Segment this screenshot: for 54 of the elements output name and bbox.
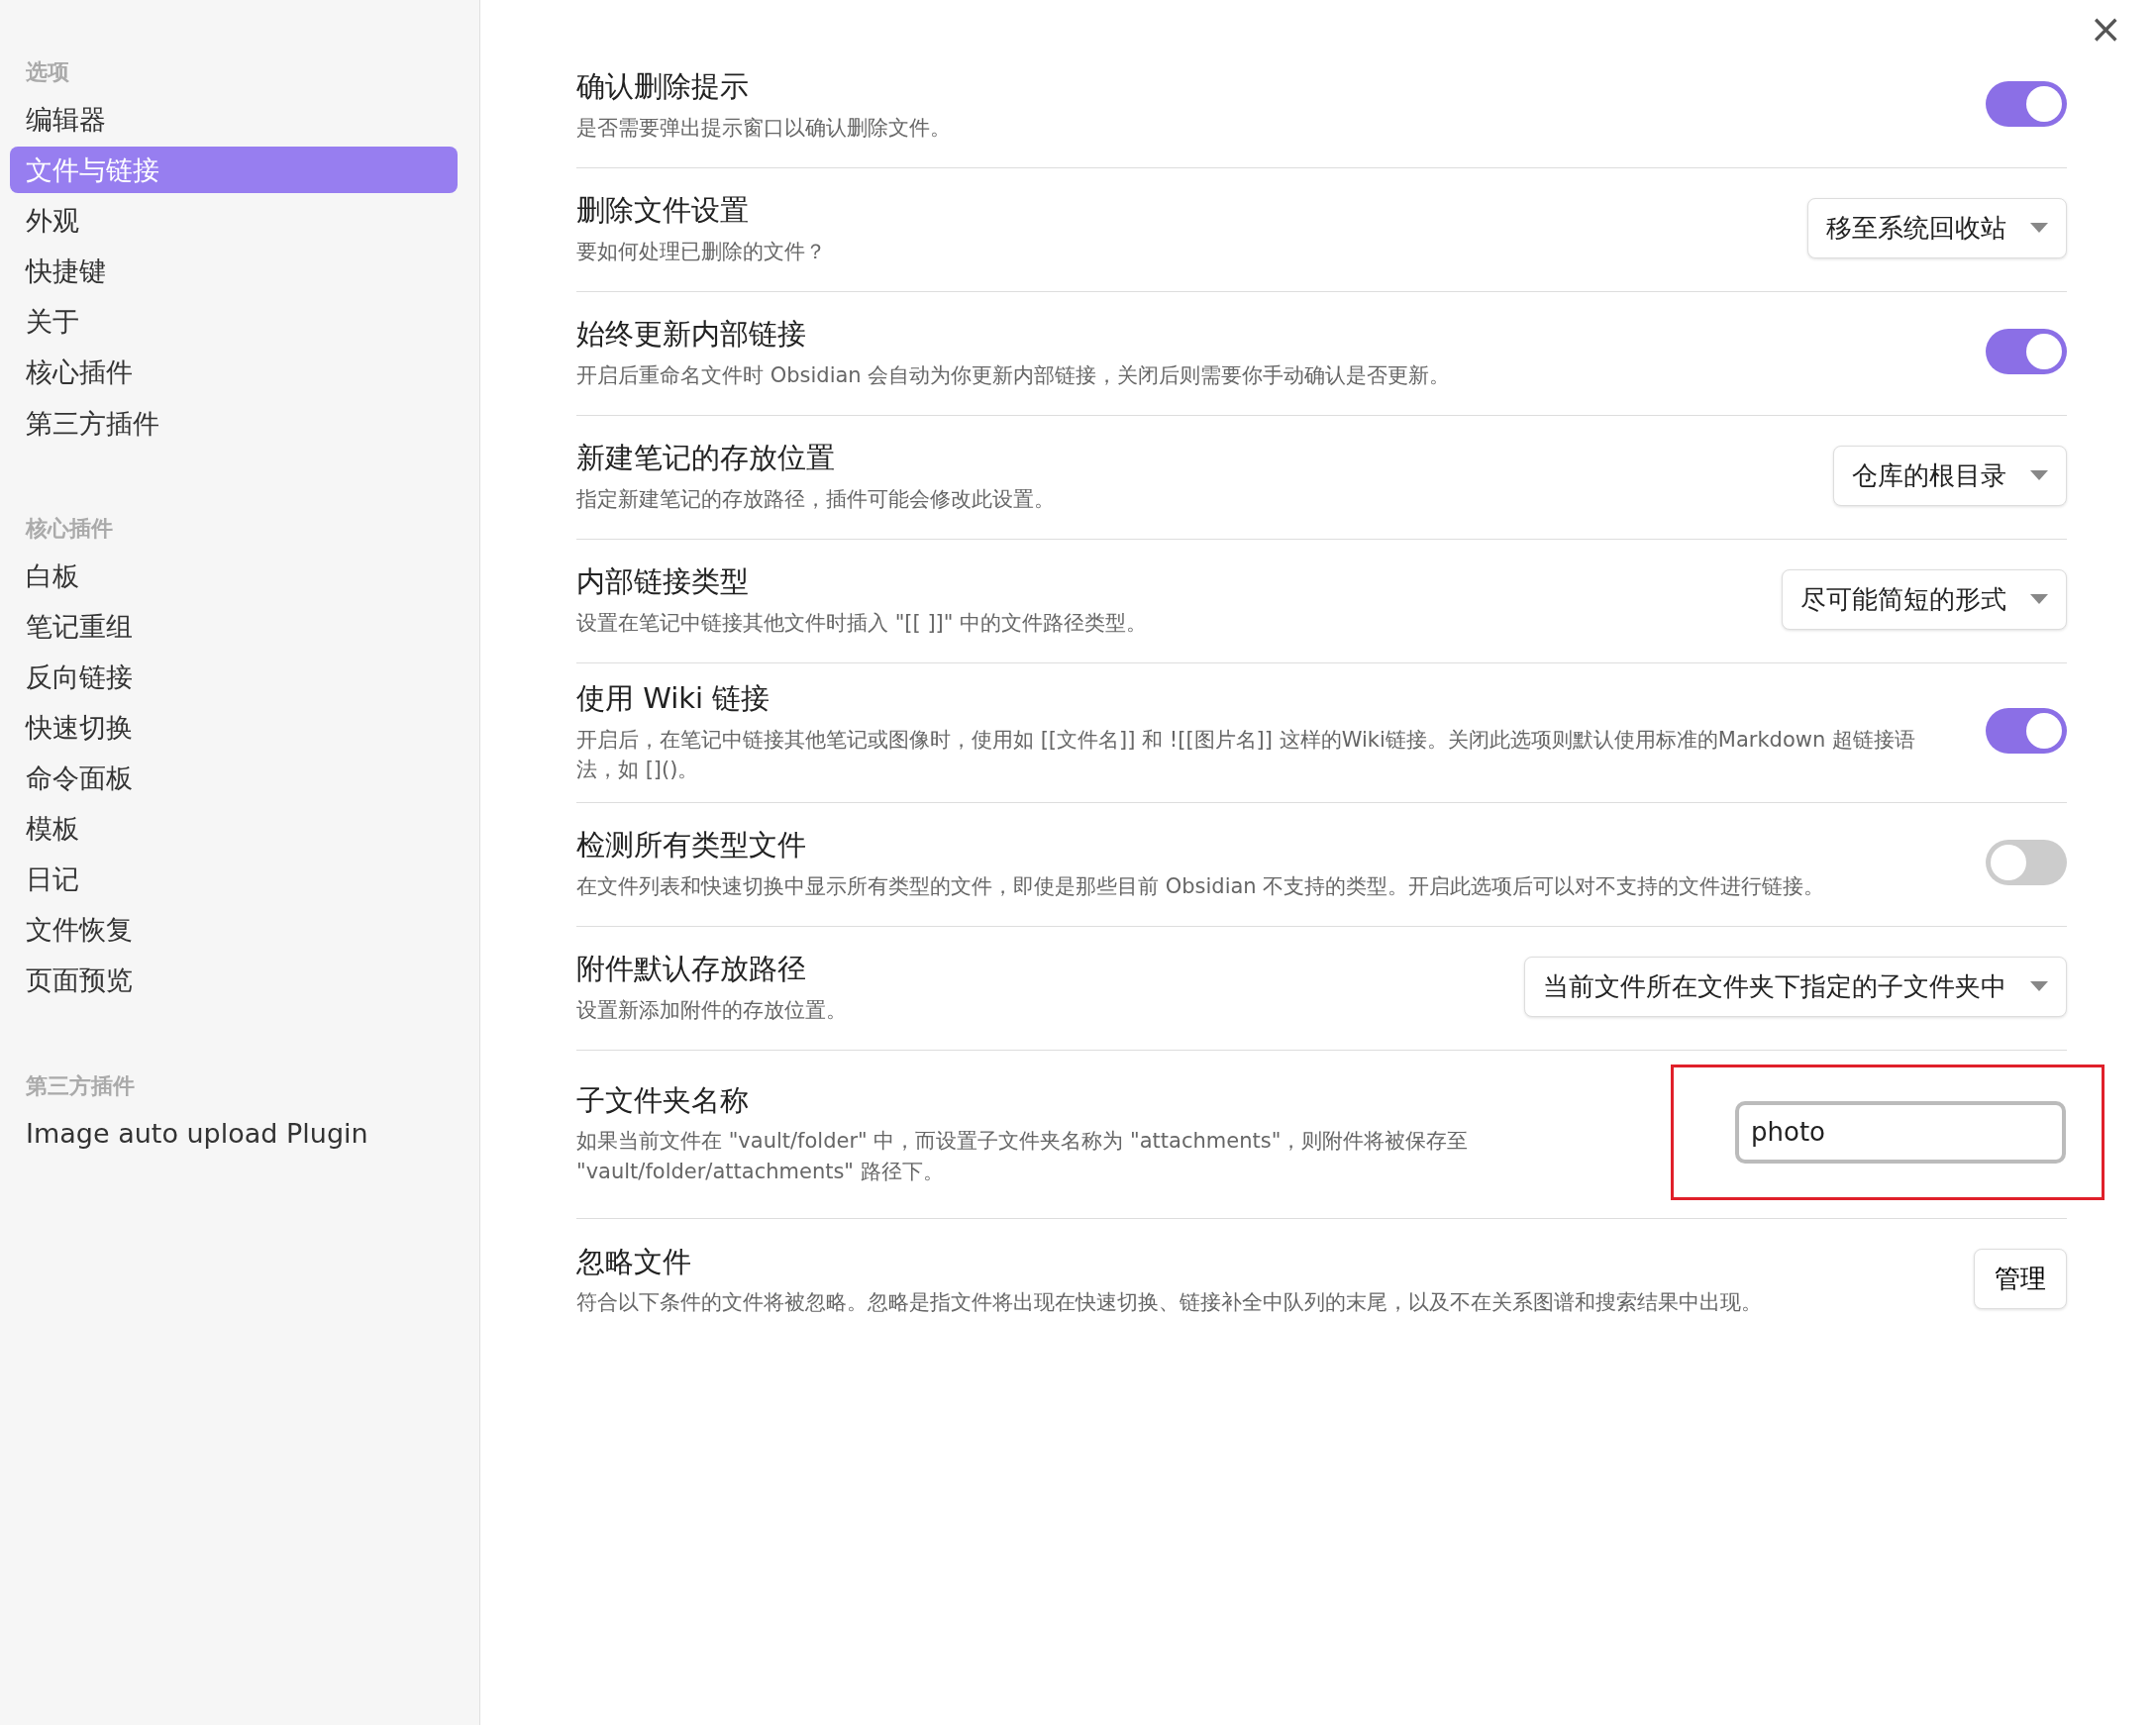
close-button[interactable]: × [2083,8,2128,50]
toggle-switch[interactable] [1986,708,2067,755]
setting-description: 开启后重命名文件时 Obsidian 会自动为你更新内部链接，关闭后则需要你手动确认是否更新。 [576,361,1452,389]
setting-title: 确认删除提示 [576,68,750,106]
sidebar-item[interactable]: 命令面板 [10,755,458,802]
sidebar-heading: 选项 [25,58,70,86]
sidebar-item[interactable]: 编辑器 [10,96,458,144]
sidebar-item[interactable]: 快捷键 [10,248,458,295]
setting-title: 检测所有类型文件 [576,827,807,864]
sidebar-heading: 第三方插件 [25,1071,136,1100]
setting-title: 使用 Wiki 链接 [576,680,771,717]
setting-description: 是否需要弹出提示窗口以确认删除文件。 [576,114,952,142]
sidebar-item[interactable]: 快速切换 [10,703,458,752]
sidebar-item[interactable]: 页面预览 [10,957,458,1004]
setting-title: 新建笔记的存放位置 [576,440,836,477]
sidebar-item[interactable]: 关于 [10,298,458,346]
text-field[interactable]: photo [1735,1101,2066,1165]
sidebar-item[interactable]: 白板 [10,552,458,599]
caret-icon [2030,470,2048,480]
setting-description: 指定新建笔记的存放路径，插件可能会修改此设置。 [576,485,1056,513]
setting-title: 附件默认存放路径 [576,951,807,988]
sidebar-item[interactable]: 外观 [10,197,458,245]
setting-description: 在文件列表和快速切换中显示所有类型的文件，即使是那些目前 Obsidian 不支持的类型。开启此选项后可以对不支持的文件进行链接。 [576,872,1826,900]
dropdown-select[interactable]: 当前文件所在文件夹下指定的子文件夹中 [1524,956,2067,1017]
caret-icon [2030,981,2048,992]
caret-icon [2030,594,2048,604]
sidebar-heading: 核心插件 [24,514,114,543]
setting-description: 设置在笔记中链接其他文件时插入 "[[ ]]" 中的文件路径类型。 [576,609,1149,637]
setting-description: 要如何处理已删除的文件？ [576,238,827,265]
setting-title: 始终更新内部链接 [576,316,807,354]
setting-title: 子文件夹名称 [576,1081,750,1119]
setting-description: 设置新添加附件的存放位置。 [576,996,848,1024]
sidebar-item[interactable]: 笔记重组 [10,602,458,650]
manage-button[interactable]: 管理 [1974,1249,2067,1310]
sidebar-item[interactable]: 日记 [10,856,458,903]
sidebar-item[interactable]: 反向链接 [10,653,458,700]
setting-description: 符合以下条件的文件将被忽略。忽略是指文件将出现在快速切换、链接补全中队列的末尾，以及不在关系图谱和搜索结果中出现。 [576,1289,1763,1317]
sidebar-item[interactable]: 模板 [10,805,458,853]
dropdown-select[interactable]: 仓库的根目录 [1833,445,2067,506]
toggle-switch[interactable] [1986,329,2067,374]
toggle-switch[interactable] [1986,840,2067,886]
dropdown-select[interactable]: 移至系统回收站 [1807,197,2067,258]
sidebar-item[interactable]: 核心插件 [10,349,458,396]
setting-description: 如果当前文件在 "vault/folder" 中，而设置子文件夹名称为 "attachments"，则附件将被保存至 "vault/folder/attachments" 路径下。 [576,1128,1470,1185]
setting-title: 删除文件设置 [576,192,750,230]
setting-description: 开启后，在笔记中链接其他笔记或图像时，使用如 [[文件名]] 和 ![[图片名]] 这样的Wiki链接。关闭此选项则默认使用标准的Markdown 超链接语法，如 []()。 [576,726,1916,783]
caret-icon [2030,223,2048,233]
dropdown-select[interactable]: 尽可能简短的形式 [1782,568,2067,630]
setting-title: 内部链接类型 [576,563,750,601]
setting-title: 忽略文件 [576,1243,692,1280]
sidebar-item[interactable]: 文件恢复 [10,906,458,954]
toggle-switch[interactable] [1986,81,2067,127]
sidebar-item[interactable]: 第三方插件 [10,399,458,447]
sidebar-item[interactable]: Image auto upload Plugin [10,1109,458,1157]
